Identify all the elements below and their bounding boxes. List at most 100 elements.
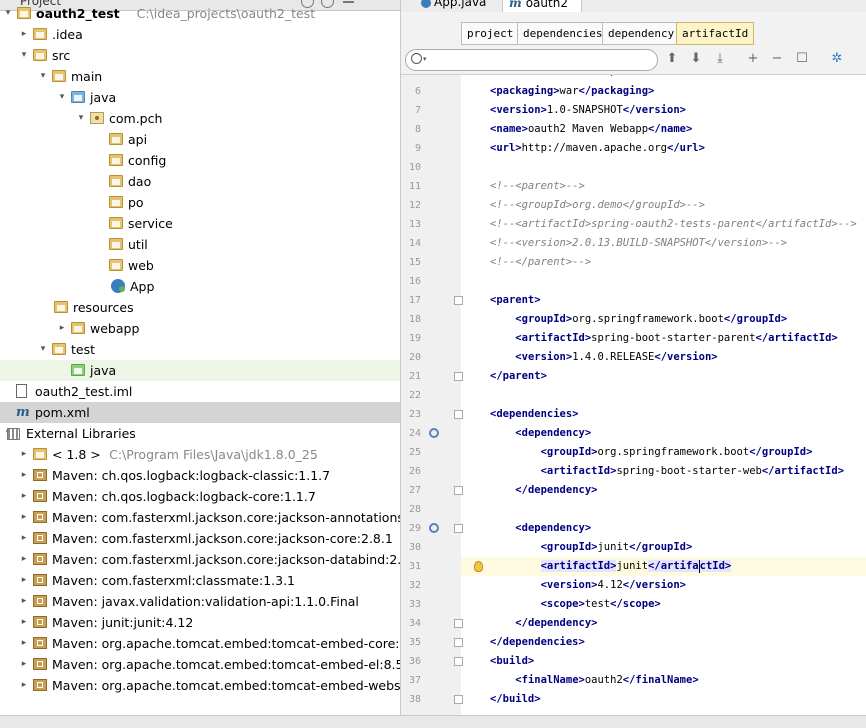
- tree-row-package-api[interactable]: api: [0, 129, 400, 150]
- code-line[interactable]: <url>http://maven.apache.org</url>: [490, 139, 705, 158]
- code-line[interactable]: <packaging>war</packaging>: [490, 82, 654, 101]
- tree-row-library-item[interactable]: ▸ Maven: org.apache.tomcat.embed:tomcat-e…: [0, 654, 400, 675]
- collapse-arrow-icon[interactable]: ▸: [56, 318, 68, 339]
- expand-arrow-icon[interactable]: ▾: [75, 108, 87, 129]
- tree-row-library-item[interactable]: ▸ Maven: com.fasterxml.jackson.core:jacks…: [0, 549, 400, 570]
- tree-row-folder-java-sources[interactable]: ▾ java: [0, 87, 400, 108]
- fold-marker-icon[interactable]: [454, 296, 463, 305]
- code-line[interactable]: </dependency>: [490, 614, 597, 633]
- code-line[interactable]: <build>: [490, 652, 534, 671]
- navigate-dependency-icon[interactable]: [429, 428, 439, 438]
- collapse-arrow-icon[interactable]: ▸: [18, 612, 30, 633]
- fold-marker-icon[interactable]: [454, 695, 463, 704]
- fold-marker-icon[interactable]: [454, 638, 463, 647]
- collapse-arrow-icon[interactable]: ▸: [18, 675, 30, 696]
- next-occurrence-icon[interactable]: ⬇: [688, 51, 704, 67]
- tree-row-library-item[interactable]: ▸ Maven: com.fasterxml.jackson.core:jacks…: [0, 528, 400, 549]
- code-line[interactable]: <dependency>: [490, 424, 591, 443]
- code-line[interactable]: <!--<artifactId>spring-oauth2-tests-pare…: [490, 215, 857, 234]
- tree-row-library-jdk[interactable]: ▸ < 1.8 > C:\Program Files\Java\jdk1.8.0_2…: [0, 444, 400, 465]
- tree-row-library-item[interactable]: ▸ Maven: ch.qos.logback:logback-core:1.1.…: [0, 486, 400, 507]
- breadcrumb-project[interactable]: project: [461, 22, 520, 45]
- previous-occurrence-icon[interactable]: ⬆: [664, 51, 680, 67]
- tree-row-package-dao[interactable]: dao: [0, 171, 400, 192]
- code-line[interactable]: <name>oauth2 Maven Webapp</name>: [490, 120, 692, 139]
- collapse-arrow-icon[interactable]: ▸: [18, 654, 30, 675]
- expand-arrow-icon[interactable]: ▾: [18, 45, 30, 66]
- tree-row-folder-test[interactable]: ▾ test: [0, 339, 400, 360]
- filter-settings-icon[interactable]: ✲: [829, 51, 845, 67]
- breadcrumb-artifactid[interactable]: artifactId: [676, 22, 755, 45]
- code-line[interactable]: <artifactId>spring-boot-starter-parent</…: [490, 329, 837, 348]
- code-line[interactable]: <dependency>: [490, 519, 591, 538]
- fold-marker-icon[interactable]: [454, 524, 463, 533]
- code-line[interactable]: <version>1.0-SNAPSHOT</version>: [490, 101, 686, 120]
- code-line[interactable]: <groupId>org.springframework.boot</group…: [490, 310, 787, 329]
- tree-row-file-iml[interactable]: oauth2_test.iml: [0, 381, 400, 402]
- search-history-icon[interactable]: ▾: [423, 55, 427, 63]
- find-all-icon[interactable]: ⤓: [712, 51, 728, 67]
- fold-marker-icon[interactable]: [454, 657, 463, 666]
- code-line[interactable]: <!--<groupId>org.demo</groupId>-->: [490, 196, 705, 215]
- tree-row-package-com-pch[interactable]: ▾ com.pch: [0, 108, 400, 129]
- code-line[interactable]: <groupId>org.springframework.boot</group…: [490, 443, 813, 462]
- tree-row-class-app[interactable]: App: [0, 276, 400, 297]
- code-line[interactable]: <!--<parent>-->: [490, 177, 585, 196]
- collapse-arrow-icon[interactable]: ▸: [18, 549, 30, 570]
- fold-marker-icon[interactable]: [454, 372, 463, 381]
- tree-row-file-pom-xml[interactable]: m pom.xml: [0, 402, 400, 423]
- search-input[interactable]: ▾: [405, 49, 658, 71]
- code-line[interactable]: </dependencies>: [490, 633, 585, 652]
- tree-row-library-item[interactable]: ▸ Maven: javax.validation:validation-api:…: [0, 591, 400, 612]
- code-line[interactable]: </dependency>: [490, 481, 597, 500]
- code-line[interactable]: </parent>: [490, 367, 547, 386]
- fold-marker-icon[interactable]: [454, 619, 463, 628]
- expand-arrow-icon[interactable]: ▾: [37, 66, 49, 87]
- code-line[interactable]: <version>1.4.0.RELEASE</version>: [490, 348, 717, 367]
- select-all-occurrences-icon[interactable]: ☐: [794, 51, 810, 67]
- tree-row-library-item[interactable]: ▸ Maven: org.apache.tomcat.embed:tomcat-e…: [0, 675, 400, 696]
- tree-row-package-service[interactable]: service: [0, 213, 400, 234]
- breadcrumb-dependencies[interactable]: dependencies: [517, 22, 609, 45]
- remove-selection-icon[interactable]: −: [769, 51, 785, 67]
- collapse-arrow-icon[interactable]: ▸: [18, 528, 30, 549]
- code-line[interactable]: <!--<version>2.0.13.BUILD-SNAPSHOT</vers…: [490, 234, 787, 253]
- fold-marker-icon[interactable]: [454, 486, 463, 495]
- tree-row-project-root[interactable]: ▾ oauth2_test C:\idea_projects\oauth2_test: [0, 3, 400, 24]
- tree-row-package-po[interactable]: po: [0, 192, 400, 213]
- navigate-dependency-icon[interactable]: [429, 523, 439, 533]
- tree-row-package-config[interactable]: config: [0, 150, 400, 171]
- tree-row-folder-test-java[interactable]: java: [0, 360, 400, 381]
- collapse-arrow-icon[interactable]: ▸: [18, 570, 30, 591]
- code-line[interactable]: </build>: [490, 690, 541, 709]
- code-line[interactable]: <!--</parent>-->: [490, 253, 591, 272]
- code-line[interactable]: <version>4.12</version>: [490, 576, 686, 595]
- collapse-arrow-icon[interactable]: ▸: [18, 591, 30, 612]
- tree-row-library-item[interactable]: ▸ Maven: com.fasterxml:classmate:1.3.1: [0, 570, 400, 591]
- tree-row-library-item[interactable]: ▸ Maven: junit:junit:4.12: [0, 612, 400, 633]
- tree-row-package-web[interactable]: web: [0, 255, 400, 276]
- tree-row-library-item[interactable]: ▸ Maven: com.fasterxml.jackson.core:jacks…: [0, 507, 400, 528]
- code-line[interactable]: <artifactId>junit</artifactId>: [490, 557, 732, 576]
- code-line[interactable]: <groupId>junit</groupId>: [490, 538, 693, 557]
- tree-row-folder-idea[interactable]: ▸ .idea: [0, 24, 400, 45]
- collapse-arrow-icon[interactable]: ▸: [18, 24, 30, 45]
- code-line[interactable]: <parent>: [490, 291, 541, 310]
- collapse-arrow-icon[interactable]: ▸: [18, 444, 30, 465]
- add-selection-icon[interactable]: +: [745, 51, 761, 67]
- fold-marker-icon[interactable]: [454, 410, 463, 419]
- collapse-arrow-icon[interactable]: ▸: [18, 486, 30, 507]
- collapse-arrow-icon[interactable]: ▸: [18, 507, 30, 528]
- tree-row-folder-resources[interactable]: resources: [0, 297, 400, 318]
- code-line[interactable]: <scope>test</scope>: [490, 595, 661, 614]
- expand-arrow-icon[interactable]: ▾: [37, 339, 49, 360]
- tree-row-folder-main[interactable]: ▾ main: [0, 66, 400, 87]
- code-line[interactable]: <dependencies>: [490, 405, 579, 424]
- tree-row-library-item[interactable]: ▸ Maven: org.apache.tomcat.embed:tomcat-e…: [0, 633, 400, 654]
- tree-row-library-item[interactable]: ▸ Maven: ch.qos.logback:logback-classic:1…: [0, 465, 400, 486]
- lightbulb-icon[interactable]: [474, 561, 483, 572]
- tree-row-folder-webapp[interactable]: ▸ webapp: [0, 318, 400, 339]
- tree-row-package-util[interactable]: util: [0, 234, 400, 255]
- collapse-arrow-icon[interactable]: ▸: [18, 465, 30, 486]
- collapse-arrow-icon[interactable]: ▸: [18, 633, 30, 654]
